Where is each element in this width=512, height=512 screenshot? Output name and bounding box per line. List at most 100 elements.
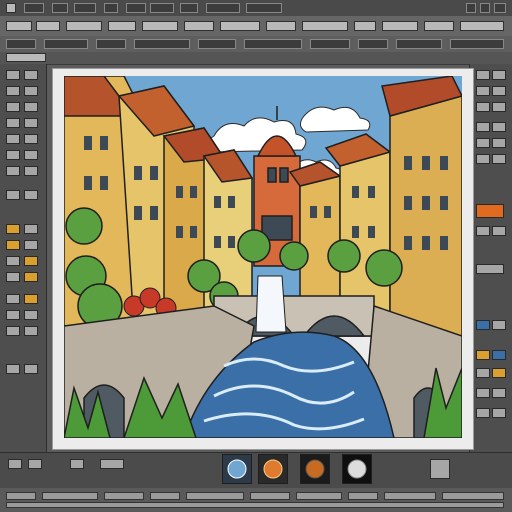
option-field[interactable] [450, 39, 504, 49]
move-tool-icon[interactable] [6, 70, 20, 80]
swatch-icon[interactable] [492, 350, 506, 360]
tool-button[interactable] [142, 21, 178, 31]
thumbnail[interactable] [258, 454, 288, 484]
panel-icon[interactable] [476, 122, 490, 132]
panel-icon[interactable] [476, 226, 490, 236]
lasso-tool-icon[interactable] [6, 86, 20, 96]
menu-item[interactable] [24, 3, 44, 13]
tool-button[interactable] [108, 21, 136, 31]
layer-icon[interactable] [24, 310, 38, 320]
panel-icon[interactable] [476, 102, 490, 112]
panel-icon[interactable] [476, 320, 490, 330]
text-tool-icon[interactable] [6, 134, 20, 144]
panel-icon[interactable] [476, 154, 490, 164]
thumbnail[interactable] [222, 454, 252, 484]
menu-item[interactable] [104, 3, 118, 13]
tool-button[interactable] [36, 21, 60, 31]
panel-icon[interactable] [476, 138, 490, 148]
tool-button[interactable] [460, 21, 504, 31]
swatch-icon[interactable] [24, 294, 38, 304]
panel-icon[interactable] [492, 226, 506, 236]
tool-button[interactable] [354, 21, 376, 31]
swatch-icon[interactable] [6, 224, 20, 234]
panel-icon[interactable] [492, 138, 506, 148]
tool-button[interactable] [184, 21, 214, 31]
layer-icon[interactable] [24, 326, 38, 336]
panel-icon[interactable] [492, 102, 506, 112]
maximize-icon[interactable] [480, 3, 490, 13]
menu-item[interactable] [52, 3, 68, 13]
option-field[interactable] [134, 39, 190, 49]
artwork-image[interactable] [64, 76, 462, 438]
layer-icon[interactable] [24, 190, 38, 200]
zoom-tool-icon[interactable] [6, 166, 20, 176]
panel-icon[interactable] [476, 264, 504, 274]
eyedropper-tool-icon[interactable] [24, 166, 38, 176]
swatch-icon[interactable] [24, 224, 38, 234]
select-tool-icon[interactable] [24, 70, 38, 80]
eraser-tool-icon[interactable] [24, 102, 38, 112]
layer-icon[interactable] [6, 364, 20, 374]
swatch-icon[interactable] [6, 272, 20, 282]
panel-icon[interactable] [492, 388, 506, 398]
swatch-icon[interactable] [24, 256, 38, 266]
panel-icon[interactable] [476, 70, 490, 80]
panel-icon[interactable] [492, 408, 506, 418]
option-field[interactable] [44, 39, 88, 49]
panel-icon[interactable] [8, 459, 22, 469]
panel-icon[interactable] [70, 459, 84, 469]
swatch-icon[interactable] [476, 350, 490, 360]
panel-icon[interactable] [476, 86, 490, 96]
option-field[interactable] [358, 39, 388, 49]
panel-icon[interactable] [100, 459, 124, 469]
layer-icon[interactable] [6, 190, 20, 200]
panel-icon[interactable] [492, 122, 506, 132]
scrollbar-horizontal[interactable] [6, 502, 504, 508]
option-field[interactable] [96, 39, 126, 49]
panel-icon[interactable] [476, 408, 490, 418]
panel-icon[interactable] [28, 459, 42, 469]
panel-icon[interactable] [492, 154, 506, 164]
document-tab[interactable] [6, 53, 46, 62]
option-field[interactable] [198, 39, 236, 49]
option-field[interactable] [244, 39, 302, 49]
hand-tool-icon[interactable] [24, 150, 38, 160]
color-preview[interactable] [476, 204, 504, 218]
close-icon[interactable] [494, 3, 506, 13]
layer-icon[interactable] [24, 364, 38, 374]
shape-tool-icon[interactable] [6, 150, 20, 160]
app-icon[interactable] [6, 3, 16, 13]
menu-item[interactable] [126, 3, 146, 13]
tool-button[interactable] [66, 21, 102, 31]
clone-tool-icon[interactable] [6, 118, 20, 128]
tool-button[interactable] [220, 21, 260, 31]
layer-icon[interactable] [6, 294, 20, 304]
minimize-icon[interactable] [466, 3, 476, 13]
panel-icon[interactable] [492, 86, 506, 96]
panel-icon[interactable] [492, 320, 506, 330]
option-field[interactable] [396, 39, 442, 49]
swatch-icon[interactable] [6, 240, 20, 250]
menu-item[interactable] [246, 3, 282, 13]
swatch-icon[interactable] [492, 368, 506, 378]
menu-item[interactable] [206, 3, 240, 13]
tool-button[interactable] [382, 21, 418, 31]
swatch-icon[interactable] [24, 272, 38, 282]
option-field[interactable] [6, 39, 36, 49]
tool-button[interactable] [302, 21, 348, 31]
tool-button[interactable] [424, 21, 454, 31]
thumbnail[interactable] [300, 454, 330, 484]
menu-item[interactable] [150, 3, 174, 13]
swatch-icon[interactable] [6, 256, 20, 266]
brush-tool-icon[interactable] [6, 102, 20, 112]
menu-item[interactable] [74, 3, 96, 13]
tool-button[interactable] [266, 21, 296, 31]
layer-icon[interactable] [6, 326, 20, 336]
gradient-tool-icon[interactable] [24, 118, 38, 128]
tool-button[interactable] [6, 21, 32, 31]
layer-icon[interactable] [6, 310, 20, 320]
crop-tool-icon[interactable] [24, 86, 38, 96]
panel-icon[interactable] [492, 70, 506, 80]
panel-icon[interactable] [430, 459, 450, 479]
menu-item[interactable] [180, 3, 198, 13]
